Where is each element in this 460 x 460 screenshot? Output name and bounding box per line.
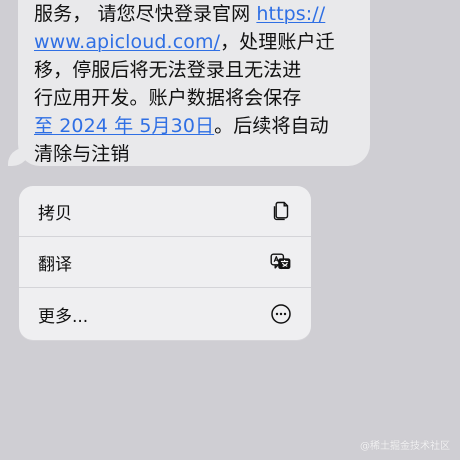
more-menu-item[interactable]: 更多... (19, 288, 311, 340)
message-line-2: www.apicloud.com/，处理账户迁 (34, 28, 360, 56)
translate-icon (269, 250, 293, 274)
more-label: 更多... (38, 306, 89, 327)
message-text: 移，停服后将无法登录且无法进 (34, 59, 302, 81)
copy-label: 拷贝 (38, 203, 72, 224)
context-menu: 拷贝 翻译 更多... (19, 186, 311, 340)
date-link[interactable]: 至 2024 年 5月30日 (34, 115, 214, 137)
copy-menu-item[interactable]: 拷贝 (19, 186, 311, 237)
url-link[interactable]: https:// (256, 3, 325, 25)
message-line-5: 至 2024 年 5月30日。后续将自动 (34, 112, 360, 140)
translate-label: 翻译 (38, 254, 72, 275)
more-icon (269, 302, 293, 326)
translate-menu-item[interactable]: 翻译 (19, 237, 311, 288)
copy-icon (269, 199, 293, 223)
message-text: 行应用开发。账户数据将会保存 (34, 87, 302, 109)
message-text: 清除与注销 (34, 143, 130, 165)
message-line-1: 服务， 请您尽快登录官网 https:// (34, 0, 360, 28)
message-text: ，处理账户迁 (220, 31, 335, 53)
message-line-3: 移，停服后将无法登录且无法进 (34, 56, 360, 84)
message-text: 服务， 请您尽快登录官网 (34, 3, 257, 25)
bubble-tail (8, 148, 30, 166)
url-link[interactable]: www.apicloud.com/ (34, 31, 220, 53)
message-line-6: 清除与注销 (34, 140, 360, 168)
message-bubble: 服务， 请您尽快登录官网 https:// www.apicloud.com/，… (18, 0, 370, 166)
message-line-4: 行应用开发。账户数据将会保存 (34, 84, 360, 112)
message-text: 。后续将自动 (214, 115, 329, 137)
watermark: @稀土掘金技术社区 (360, 441, 450, 452)
